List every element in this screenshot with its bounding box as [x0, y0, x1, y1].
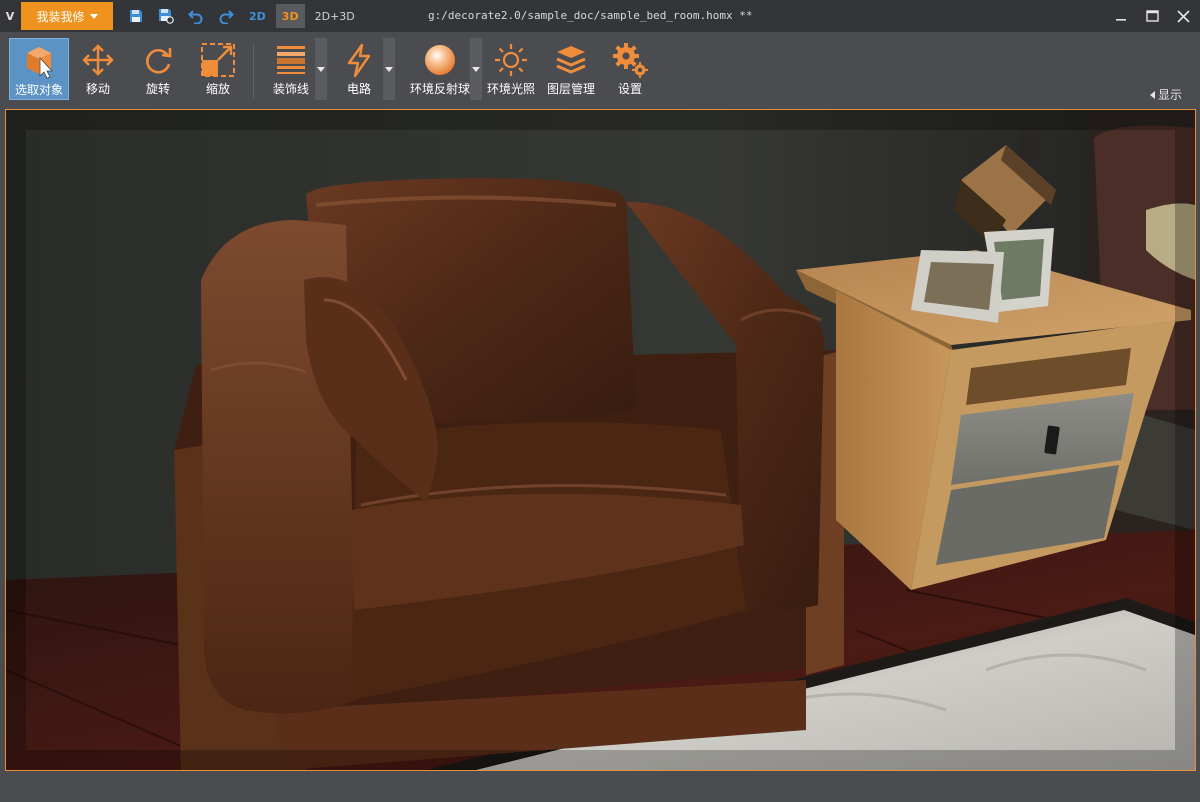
document-path: g:/decorate2.0/sample_doc/sample_bed_roo… [428, 9, 753, 22]
maximize-icon [1145, 10, 1159, 22]
minimize-icon [1116, 19, 1126, 21]
lightning-icon [347, 43, 371, 78]
chevron-down-icon [472, 66, 480, 72]
save-icon [130, 10, 142, 22]
undo-icon [188, 10, 203, 24]
chevron-left-icon [1149, 90, 1155, 99]
close-button[interactable] [1166, 0, 1200, 32]
view-2d-button[interactable]: 2D [243, 4, 272, 28]
scale-tool[interactable]: 缩放 [195, 38, 241, 100]
show-panel-button[interactable]: 显示 [1149, 86, 1182, 103]
rotate-tool[interactable]: 旋转 [135, 38, 181, 100]
layer-manager-tool[interactable]: 图层管理 [544, 38, 598, 100]
status-bar [0, 772, 1200, 802]
redo-icon [219, 10, 234, 24]
toolbar-separator [253, 42, 254, 98]
scale-icon [201, 43, 235, 77]
molding-lines-icon [277, 46, 305, 74]
close-icon [1176, 9, 1190, 23]
scene-render [6, 110, 1195, 770]
rotate-label: 旋转 [145, 82, 170, 96]
sphere-icon [425, 45, 455, 75]
chevron-down-icon [89, 13, 98, 19]
molding-tool[interactable]: 装饰线 [266, 38, 316, 100]
env-lighting-label: 环境光照 [486, 82, 535, 96]
main-menu-label: 我装我修 [36, 9, 85, 24]
view-2d3d-button[interactable]: 2D+3D [309, 4, 361, 28]
main-toolbar: 选取对象 移动 旋转 缩放 装饰线 电路 环境反射球 环境光照 图层管理 设置 … [0, 32, 1200, 104]
scale-label: 缩放 [205, 82, 230, 96]
show-panel-label: 显示 [1157, 88, 1182, 102]
circuit-dropdown[interactable] [383, 38, 395, 100]
3d-viewport[interactable] [5, 109, 1196, 771]
view-3d-button[interactable]: 3D [275, 4, 305, 28]
title-bar: V 我装我修 2D 3D 2D+3D g:/decorate2.0/sample… [0, 0, 1200, 32]
save-button[interactable] [121, 0, 151, 32]
layer-manager-label: 图层管理 [546, 82, 595, 96]
maximize-button[interactable] [1135, 0, 1169, 32]
env-sphere-dropdown[interactable] [470, 38, 482, 100]
env-lighting-tool[interactable]: 环境光照 [485, 38, 537, 100]
env-reflection-sphere-tool[interactable]: 环境反射球 [407, 38, 473, 100]
move-label: 移动 [85, 82, 110, 96]
chevron-down-icon [385, 66, 393, 72]
minimize-button[interactable] [1104, 0, 1138, 32]
circuit-tool[interactable]: 电路 [334, 38, 384, 100]
undo-button[interactable] [181, 0, 211, 32]
layers-icon [556, 46, 586, 74]
move-tool[interactable]: 移动 [75, 38, 121, 100]
redo-button[interactable] [211, 0, 241, 32]
settings-label: 设置 [617, 82, 642, 96]
select-object-tool[interactable]: 选取对象 [9, 38, 69, 100]
save-as-icon [159, 9, 174, 24]
app-logo: V [5, 9, 15, 23]
rotate-icon [146, 48, 172, 74]
save-as-button[interactable] [151, 0, 181, 32]
select-cube-icon [27, 47, 53, 79]
main-menu-button[interactable]: 我装我修 [21, 2, 113, 30]
sun-icon [495, 44, 527, 76]
env-reflection-sphere-label: 环境反射球 [409, 82, 470, 96]
molding-label: 装饰线 [272, 82, 309, 96]
circuit-label: 电路 [346, 82, 371, 96]
move-arrows-icon [82, 44, 114, 76]
chevron-down-icon [317, 66, 325, 72]
molding-dropdown[interactable] [315, 38, 327, 100]
settings-tool[interactable]: 设置 [608, 38, 652, 100]
gear-icon [613, 43, 648, 78]
app-window: V 我装我修 2D 3D 2D+3D g:/decorate2.0/sample… [0, 0, 1200, 802]
select-object-label: 选取对象 [14, 83, 63, 97]
